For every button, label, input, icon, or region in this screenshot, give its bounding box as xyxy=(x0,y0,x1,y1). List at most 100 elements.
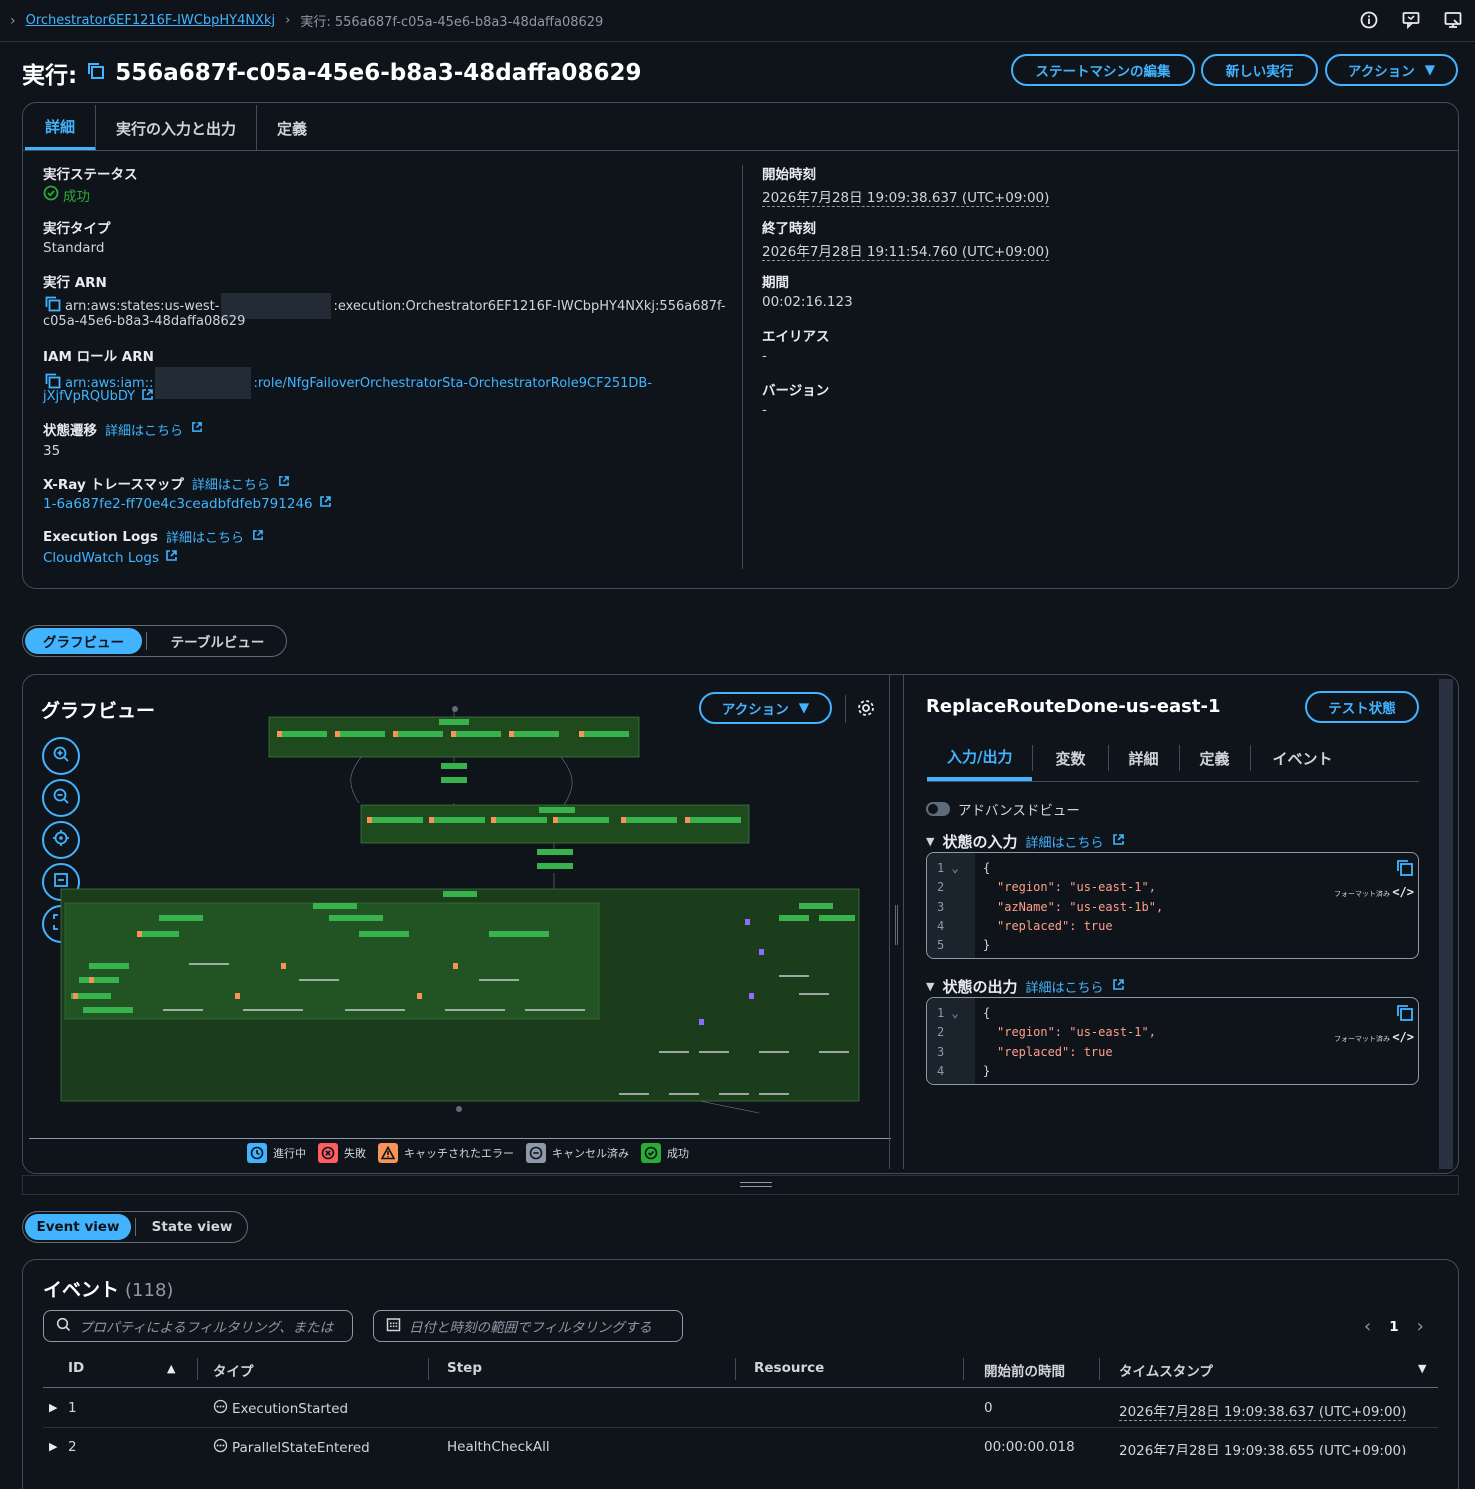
tab-state-events[interactable]: イベント xyxy=(1251,748,1355,769)
events-title: イベント xyxy=(43,1279,120,1301)
column-header-type[interactable]: タイプ xyxy=(213,1360,254,1380)
breadcrumb-parent-link[interactable]: Orchestrator6EF1216F-IWCbpHY4NXkj xyxy=(26,13,276,28)
info-icon[interactable] xyxy=(1359,10,1379,30)
table-row[interactable]: ▶ 2 ParallelStateEntered HealthCheckAll … xyxy=(43,1431,1438,1455)
event-elapsed: 00:00:00.018 xyxy=(984,1439,1075,1455)
tab-io[interactable]: 入力/出力 xyxy=(927,735,1033,781)
horizontal-resizer[interactable] xyxy=(22,1175,1459,1195)
copy-icon[interactable] xyxy=(1396,1004,1414,1025)
input-code-editor[interactable]: 1 ⌄ 2 3 4 5 { "region": "us-east-1", "az… xyxy=(926,852,1419,959)
x-circle-icon xyxy=(318,1143,338,1163)
xray-trace-id[interactable]: 1-6a687fe2-ff70e4c3ceadbfdfeb791246 xyxy=(43,496,313,512)
title-prefix: 実行: xyxy=(22,63,78,89)
caret-down-icon: ▼ xyxy=(926,980,935,993)
chevron-right-icon[interactable]: › xyxy=(1417,1316,1424,1337)
version-label: バージョン xyxy=(762,383,830,399)
filter-placeholder: プロパティによるフィルタリング、または xyxy=(79,1320,334,1336)
chevron-left-icon[interactable]: ‹ xyxy=(1364,1316,1371,1337)
tab-variables[interactable]: 変数 xyxy=(1033,748,1107,769)
xray-label: X-Ray トレースマップ xyxy=(43,477,184,493)
event-timestamp[interactable]: 2026年7月28日 19:09:38.637 (UTC+09:00) xyxy=(1119,1400,1407,1421)
end-value[interactable]: 2026年7月28日 19:11:54.760 (UTC+09:00) xyxy=(762,240,1050,261)
input-info-link[interactable]: 詳細はこちら xyxy=(1025,832,1103,851)
column-header-id[interactable]: ID xyxy=(68,1360,84,1376)
logs-info-link[interactable]: 詳細はこちら xyxy=(166,527,244,546)
table-row[interactable]: ▶ 1 ExecutionStarted 0 2026年7月28日 19:09:… xyxy=(43,1392,1438,1426)
iam-role-link-line2[interactable]: jXjfVpRQUbDY xyxy=(43,388,154,405)
code-line: "replaced": true xyxy=(997,919,1113,933)
current-page[interactable]: 1 xyxy=(1389,1319,1398,1335)
edit-state-machine-button[interactable]: ステートマシンの編集 xyxy=(1011,54,1195,86)
expand-icon[interactable]: ▶ xyxy=(49,1440,57,1453)
tab-details[interactable]: 詳細 xyxy=(25,105,97,151)
arn-line2: c05a-45e6-b8a3-48daffa08629 xyxy=(43,314,246,329)
column-separator xyxy=(197,1358,198,1380)
page-title: 実行: 556a687f-c05a-45e6-b8a3-48daffa08629 xyxy=(22,56,641,90)
table-view-toggle[interactable]: テーブルビュー xyxy=(151,628,284,654)
transitions-info-link[interactable]: 詳細はこちら xyxy=(105,420,183,439)
caret-down-icon[interactable]: ▼ xyxy=(1418,1362,1426,1375)
xray-info-link[interactable]: 詳細はこちら xyxy=(192,474,270,493)
output-code-editor[interactable]: 1 ⌄ 2 3 4 { "region": "us-east-1", "repl… xyxy=(926,997,1419,1085)
event-view-option[interactable]: Event view xyxy=(25,1214,131,1240)
start-value[interactable]: 2026年7月28日 19:09:38.637 (UTC+09:00) xyxy=(762,186,1050,207)
chevron-right-icon[interactable]: › xyxy=(10,13,16,29)
column-header-resource[interactable]: Resource xyxy=(754,1360,824,1376)
advanced-view-toggle[interactable] xyxy=(926,802,950,816)
tab-state-definition[interactable]: 定義 xyxy=(1180,748,1250,769)
graph-legend: 進行中 失敗 キャッチされたエラー キャンセル済み 成功 xyxy=(247,1143,689,1163)
test-state-button[interactable]: テスト状態 xyxy=(1305,691,1419,723)
tab-state-details[interactable]: 詳細 xyxy=(1109,748,1179,769)
event-elapsed: 0 xyxy=(984,1400,993,1416)
sort-ascending-icon[interactable]: ▲ xyxy=(167,1362,175,1375)
tab-definition[interactable]: 定義 xyxy=(257,105,327,151)
input-header[interactable]: ▼ 状態の入力 詳細はこちら xyxy=(926,831,1125,852)
xray-trace-link[interactable]: 1-6a687fe2-ff70e4c3ceadbfdfeb791246 xyxy=(43,495,332,512)
property-filter-input[interactable]: プロパティによるフィルタリング、または xyxy=(43,1310,353,1342)
caret-down-icon: ▼ xyxy=(1424,62,1436,78)
start-label: 開始時刻 xyxy=(762,167,816,183)
scrollbar-track[interactable] xyxy=(1439,679,1453,1169)
workflow-graph[interactable] xyxy=(59,703,869,1123)
column-separator xyxy=(1099,1358,1100,1380)
copy-icon[interactable] xyxy=(87,60,105,86)
cloudwatch-link[interactable]: CloudWatch Logs xyxy=(43,549,178,566)
header-divider xyxy=(43,1387,1438,1388)
type-label: 実行タイプ xyxy=(43,221,111,237)
advanced-view-label: アドバンスドビュー xyxy=(958,803,1080,819)
version-value: - xyxy=(762,402,767,418)
details-panel: 詳細 実行の入力と出力 定義 実行ステータス 成功 実行タイプ Standard… xyxy=(22,102,1459,589)
expand-icon[interactable]: ▶ xyxy=(49,1401,57,1414)
check-circle-icon xyxy=(641,1143,661,1163)
duration-value: 00:02:16.123 xyxy=(762,294,853,310)
status-label: 実行ステータス xyxy=(43,167,138,183)
date-range-filter[interactable]: 日付と時刻の範囲でフィルタリングする xyxy=(373,1310,683,1342)
event-type: ExecutionStarted xyxy=(213,1399,348,1418)
type-value: Standard xyxy=(43,240,105,256)
tab-input-output[interactable]: 実行の入力と出力 xyxy=(96,105,258,151)
column-header-step[interactable]: Step xyxy=(447,1360,482,1376)
copy-icon[interactable] xyxy=(45,296,61,316)
duration-label: 期間 xyxy=(762,275,789,291)
screen-icon[interactable] xyxy=(1443,10,1463,30)
cloudwatch-logs[interactable]: CloudWatch Logs xyxy=(43,550,159,566)
formatted-label: フォーマット済み xyxy=(1334,1035,1390,1043)
output-header[interactable]: ▼ 状態の出力 詳細はこちら xyxy=(926,976,1125,997)
arn-label: 実行 ARN xyxy=(43,275,107,291)
graph-view-toggle[interactable]: グラフビュー xyxy=(25,628,143,654)
code-format-icon[interactable]: </> xyxy=(1392,885,1414,899)
resize-handle[interactable] xyxy=(895,905,898,945)
copy-icon[interactable] xyxy=(1396,859,1414,880)
column-header-timestamp[interactable]: タイムスタンプ xyxy=(1119,1360,1213,1380)
event-timestamp[interactable]: 2026年7月28日 19:09:38.655 (UTC+09:00) xyxy=(1119,1439,1406,1455)
feedback-icon[interactable] xyxy=(1401,10,1421,30)
actions-dropdown-button[interactable]: アクション ▼ xyxy=(1325,54,1458,86)
code-line: "region": "us-east-1", xyxy=(997,1025,1156,1039)
state-view-option[interactable]: State view xyxy=(140,1214,244,1240)
legend-item: 進行中 xyxy=(247,1143,306,1163)
output-info-link[interactable]: 詳細はこちら xyxy=(1025,977,1103,996)
column-header-elapsed[interactable]: 開始前の時間 xyxy=(984,1360,1065,1380)
code-format-icon[interactable]: </> xyxy=(1392,1030,1414,1044)
code-line: { xyxy=(983,861,991,875)
new-execution-button[interactable]: 新しい実行 xyxy=(1201,54,1318,86)
